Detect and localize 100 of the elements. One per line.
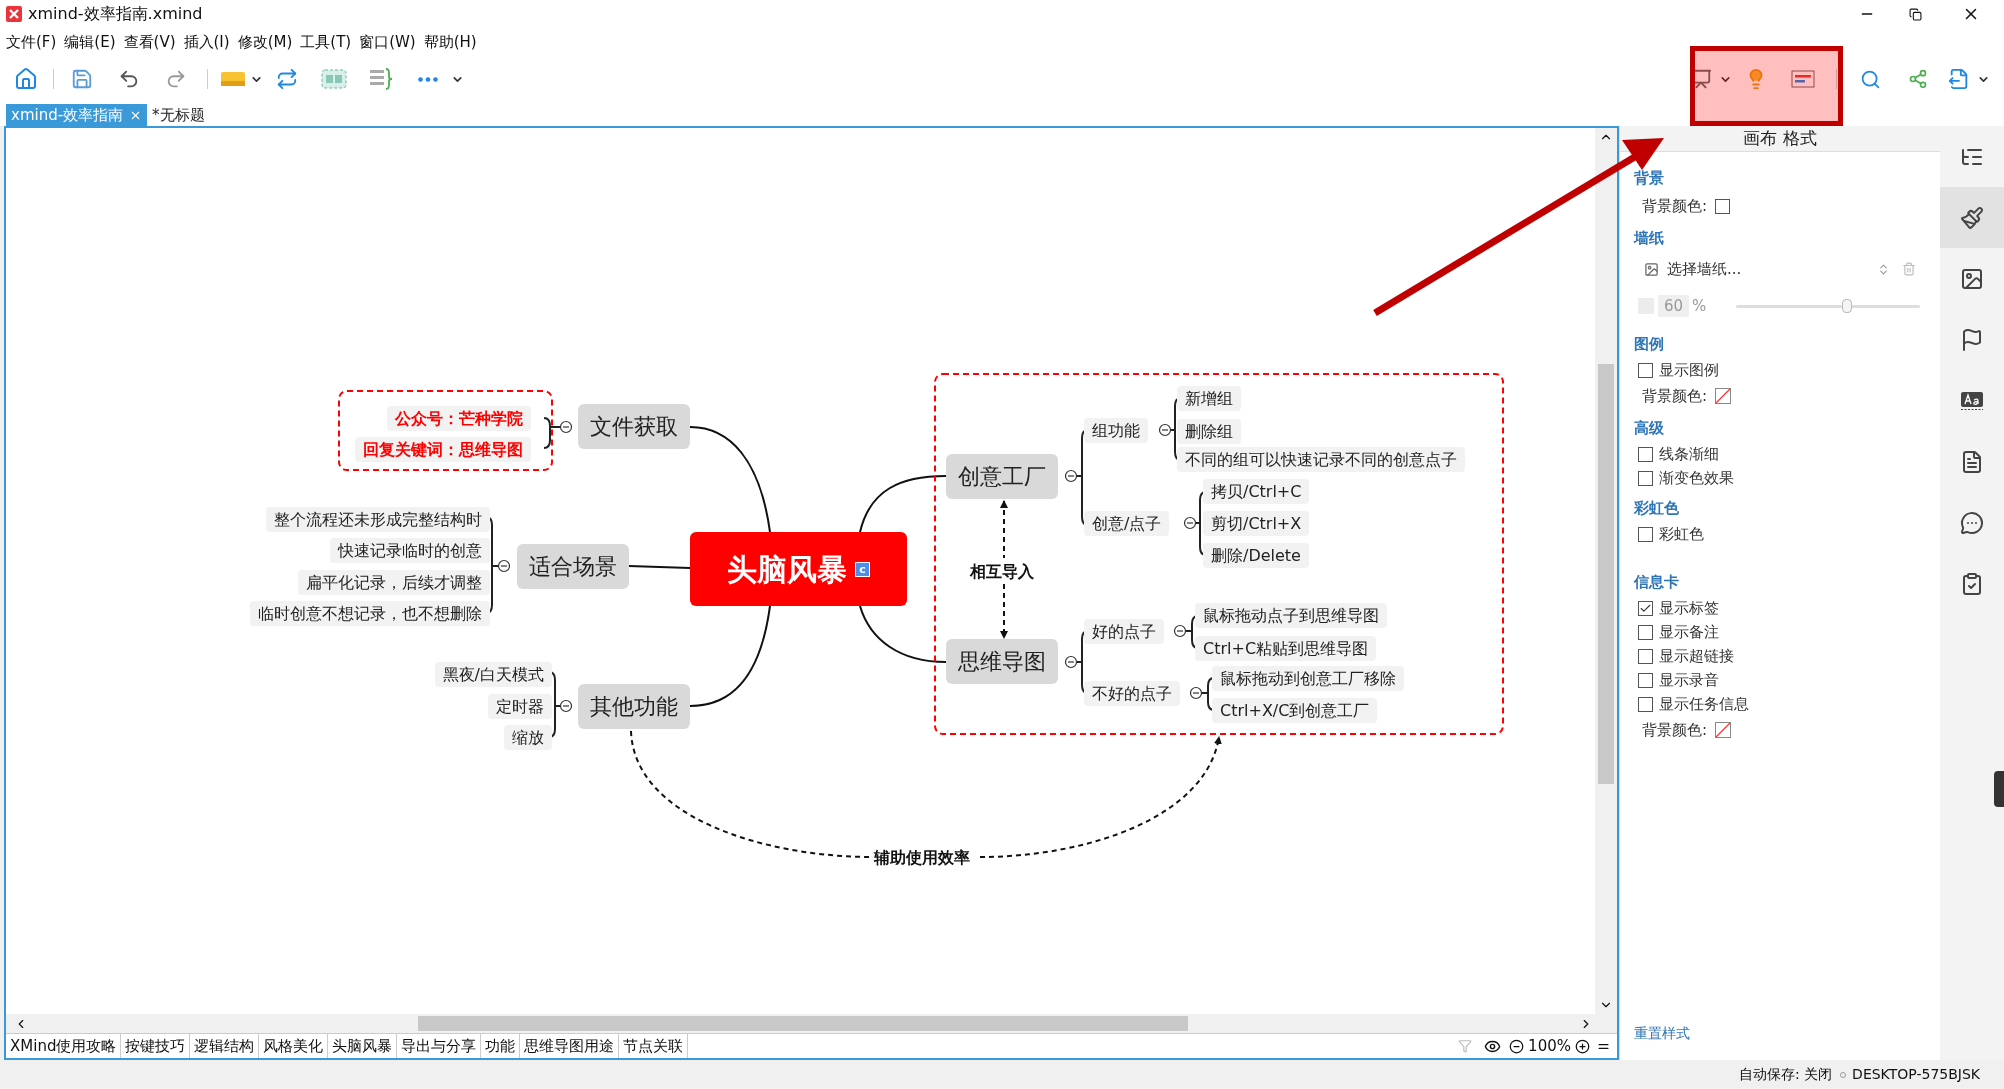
save-icon — [70, 68, 93, 90]
color-swatch[interactable] — [1715, 388, 1732, 404]
topic-node[interactable]: 鼠标拖动到创意工厂移除 — [1212, 666, 1404, 691]
topic-node[interactable]: 回复关键词：思维导图 — [355, 437, 531, 462]
topic-node[interactable]: 文件获取 — [578, 404, 690, 449]
collapse-icon[interactable] — [559, 699, 573, 713]
checkbox[interactable] — [1638, 672, 1653, 688]
checkbox-label[interactable]: 线条渐细 — [1659, 442, 1719, 466]
topic-node[interactable]: 思维导图 — [946, 639, 1058, 684]
menu-item[interactable]: 插入(I) — [183, 30, 230, 54]
sheet-tab[interactable]: 节点关联 — [619, 1034, 689, 1058]
checkbox[interactable] — [1638, 600, 1653, 616]
topic-node[interactable]: 缩放 — [504, 725, 552, 750]
checkbox-label[interactable]: 显示任务信息 — [1659, 692, 1749, 716]
checkbox-label[interactable]: 渐变色效果 — [1659, 466, 1734, 490]
checkbox-label[interactable]: 显示超链接 — [1659, 644, 1734, 668]
collapse-icon[interactable] — [1173, 624, 1187, 638]
sheet-tab[interactable]: 逻辑结构 — [190, 1034, 260, 1058]
topic-node[interactable]: 黑夜/白天模式 — [434, 662, 552, 687]
topic-node[interactable]: 删除/Delete — [1203, 543, 1309, 568]
topic-node[interactable]: 创意工厂 — [946, 454, 1058, 499]
color-swatch[interactable] — [1715, 198, 1731, 214]
sheet-tab[interactable]: XMind使用攻略 — [6, 1034, 122, 1058]
checkbox-label[interactable]: 彩虹色 — [1659, 522, 1704, 546]
menu-item[interactable]: 查看(V) — [123, 30, 176, 54]
zoom-in-icon[interactable] — [1575, 1038, 1590, 1054]
topic-node[interactable]: 好的点子 — [1084, 619, 1164, 644]
vertical-scrollbar[interactable] — [1595, 128, 1617, 1014]
checkbox-label[interactable]: 显示图例 — [1659, 358, 1719, 382]
checkbox[interactable] — [1638, 470, 1653, 486]
collapse-icon[interactable] — [1189, 686, 1203, 700]
color-swatch[interactable] — [1715, 722, 1732, 738]
connector-line — [543, 417, 561, 449]
topic-node[interactable]: 不好的点子 — [1084, 681, 1180, 706]
computer-name: DESKTOP-575BJSK — [1852, 1065, 1980, 1084]
menu-item[interactable]: 文件(F) — [6, 30, 57, 54]
search-icon — [1860, 68, 1881, 90]
central-topic-text: 头脑风暴 — [727, 550, 848, 589]
reset-style-link[interactable]: 重置样式 — [1634, 1023, 1940, 1044]
connector-line — [1201, 677, 1215, 711]
sheet-tab[interactable]: 功能 — [481, 1034, 521, 1058]
topic-node[interactable]: 拷贝/Ctrl+C — [1203, 479, 1310, 504]
menu-item[interactable]: 工具(T) — [300, 30, 352, 54]
sheet-tab[interactable]: 按键技巧 — [121, 1034, 191, 1058]
topic-node[interactable]: 新增组 — [1177, 386, 1241, 411]
topic-node[interactable]: 不同的组可以快速记录不同的创意点子 — [1177, 447, 1465, 472]
panel-icon — [1790, 70, 1815, 88]
panel-resize-handle[interactable] — [1994, 771, 2004, 807]
menu-item[interactable]: 编辑(E) — [64, 30, 116, 54]
sheet-tab[interactable]: 导出与分享 — [397, 1034, 482, 1058]
collapse-icon[interactable] — [559, 420, 573, 434]
wallpaper-select[interactable]: 选择墙纸... — [1667, 257, 1877, 281]
collapse-icon[interactable] — [1064, 469, 1078, 483]
checkbox-label[interactable]: 显示备注 — [1659, 620, 1719, 644]
checkbox[interactable] — [1638, 696, 1653, 712]
menu-item[interactable]: 修改(M) — [237, 30, 293, 54]
checkbox[interactable] — [1638, 362, 1653, 378]
sheet-tab[interactable]: 思维导图用途 — [520, 1034, 620, 1058]
horizontal-scrollbar[interactable] — [6, 1014, 1617, 1033]
topic-node[interactable]: Ctrl+X/C到创意工厂 — [1212, 698, 1378, 723]
menu-item[interactable]: 窗口(W) — [359, 30, 416, 54]
checkbox[interactable] — [1638, 648, 1653, 664]
collapse-icon[interactable] — [497, 559, 511, 573]
side-tab[interactable] — [1940, 187, 2004, 248]
label-marker: c — [855, 561, 870, 577]
topic-node[interactable]: 创意/点子 — [1084, 511, 1170, 536]
topic-node[interactable]: 适合场景 — [517, 544, 629, 589]
topic-node[interactable]: 公众号：芒种学院 — [387, 406, 531, 431]
topic-node[interactable]: Ctrl+C粘贴到思维导图 — [1195, 636, 1377, 661]
clipboard-icon — [1960, 571, 1984, 596]
zoom-out-icon[interactable] — [1509, 1038, 1525, 1054]
topic-node[interactable]: 定时器 — [488, 694, 552, 719]
field-label: 背景颜色: — [1642, 385, 1708, 407]
opacity-slider[interactable] — [1736, 298, 1920, 314]
topic-node[interactable]: 快速记录临时的创意 — [330, 538, 490, 563]
field-label: 背景颜色: — [1642, 195, 1708, 217]
topic-node[interactable]: 删除组 — [1177, 419, 1241, 444]
sheet-tab[interactable]: 头脑风暴 — [328, 1034, 398, 1058]
document-tab[interactable]: *无标题 — [147, 104, 210, 126]
topic-node[interactable]: 扁平化记录，后续才调整 — [298, 570, 490, 595]
topic-node[interactable]: 剪切/Ctrl+X — [1203, 511, 1310, 536]
sheet-tab[interactable]: 风格美化 — [259, 1034, 329, 1058]
topic-node[interactable]: 组功能 — [1084, 418, 1148, 443]
topic-node[interactable]: 其他功能 — [578, 684, 690, 729]
checkbox-label[interactable]: 显示录音 — [1659, 668, 1719, 692]
relationship-icon — [275, 68, 298, 90]
menu-item[interactable]: 帮助(H) — [423, 30, 477, 54]
topic-node[interactable]: 鼠标拖动点子到思维导图 — [1195, 603, 1387, 628]
checkbox-label[interactable]: 显示标签 — [1659, 596, 1719, 620]
document-icon — [1960, 449, 1984, 474]
checkbox[interactable] — [1638, 624, 1653, 640]
restore-icon[interactable] — [1909, 7, 1922, 21]
checkbox[interactable] — [1638, 446, 1653, 462]
topic-node[interactable]: 整个流程还未形成完整结构时 — [266, 507, 490, 532]
collapse-icon[interactable] — [1158, 423, 1172, 437]
central-topic[interactable]: 头脑风暴 c — [690, 532, 907, 606]
checkbox[interactable] — [1638, 526, 1653, 542]
collapse-icon[interactable] — [1064, 655, 1078, 669]
collapse-icon[interactable] — [1183, 516, 1197, 530]
topic-node[interactable]: 临时创意不想记录，也不想删除 — [250, 601, 490, 626]
